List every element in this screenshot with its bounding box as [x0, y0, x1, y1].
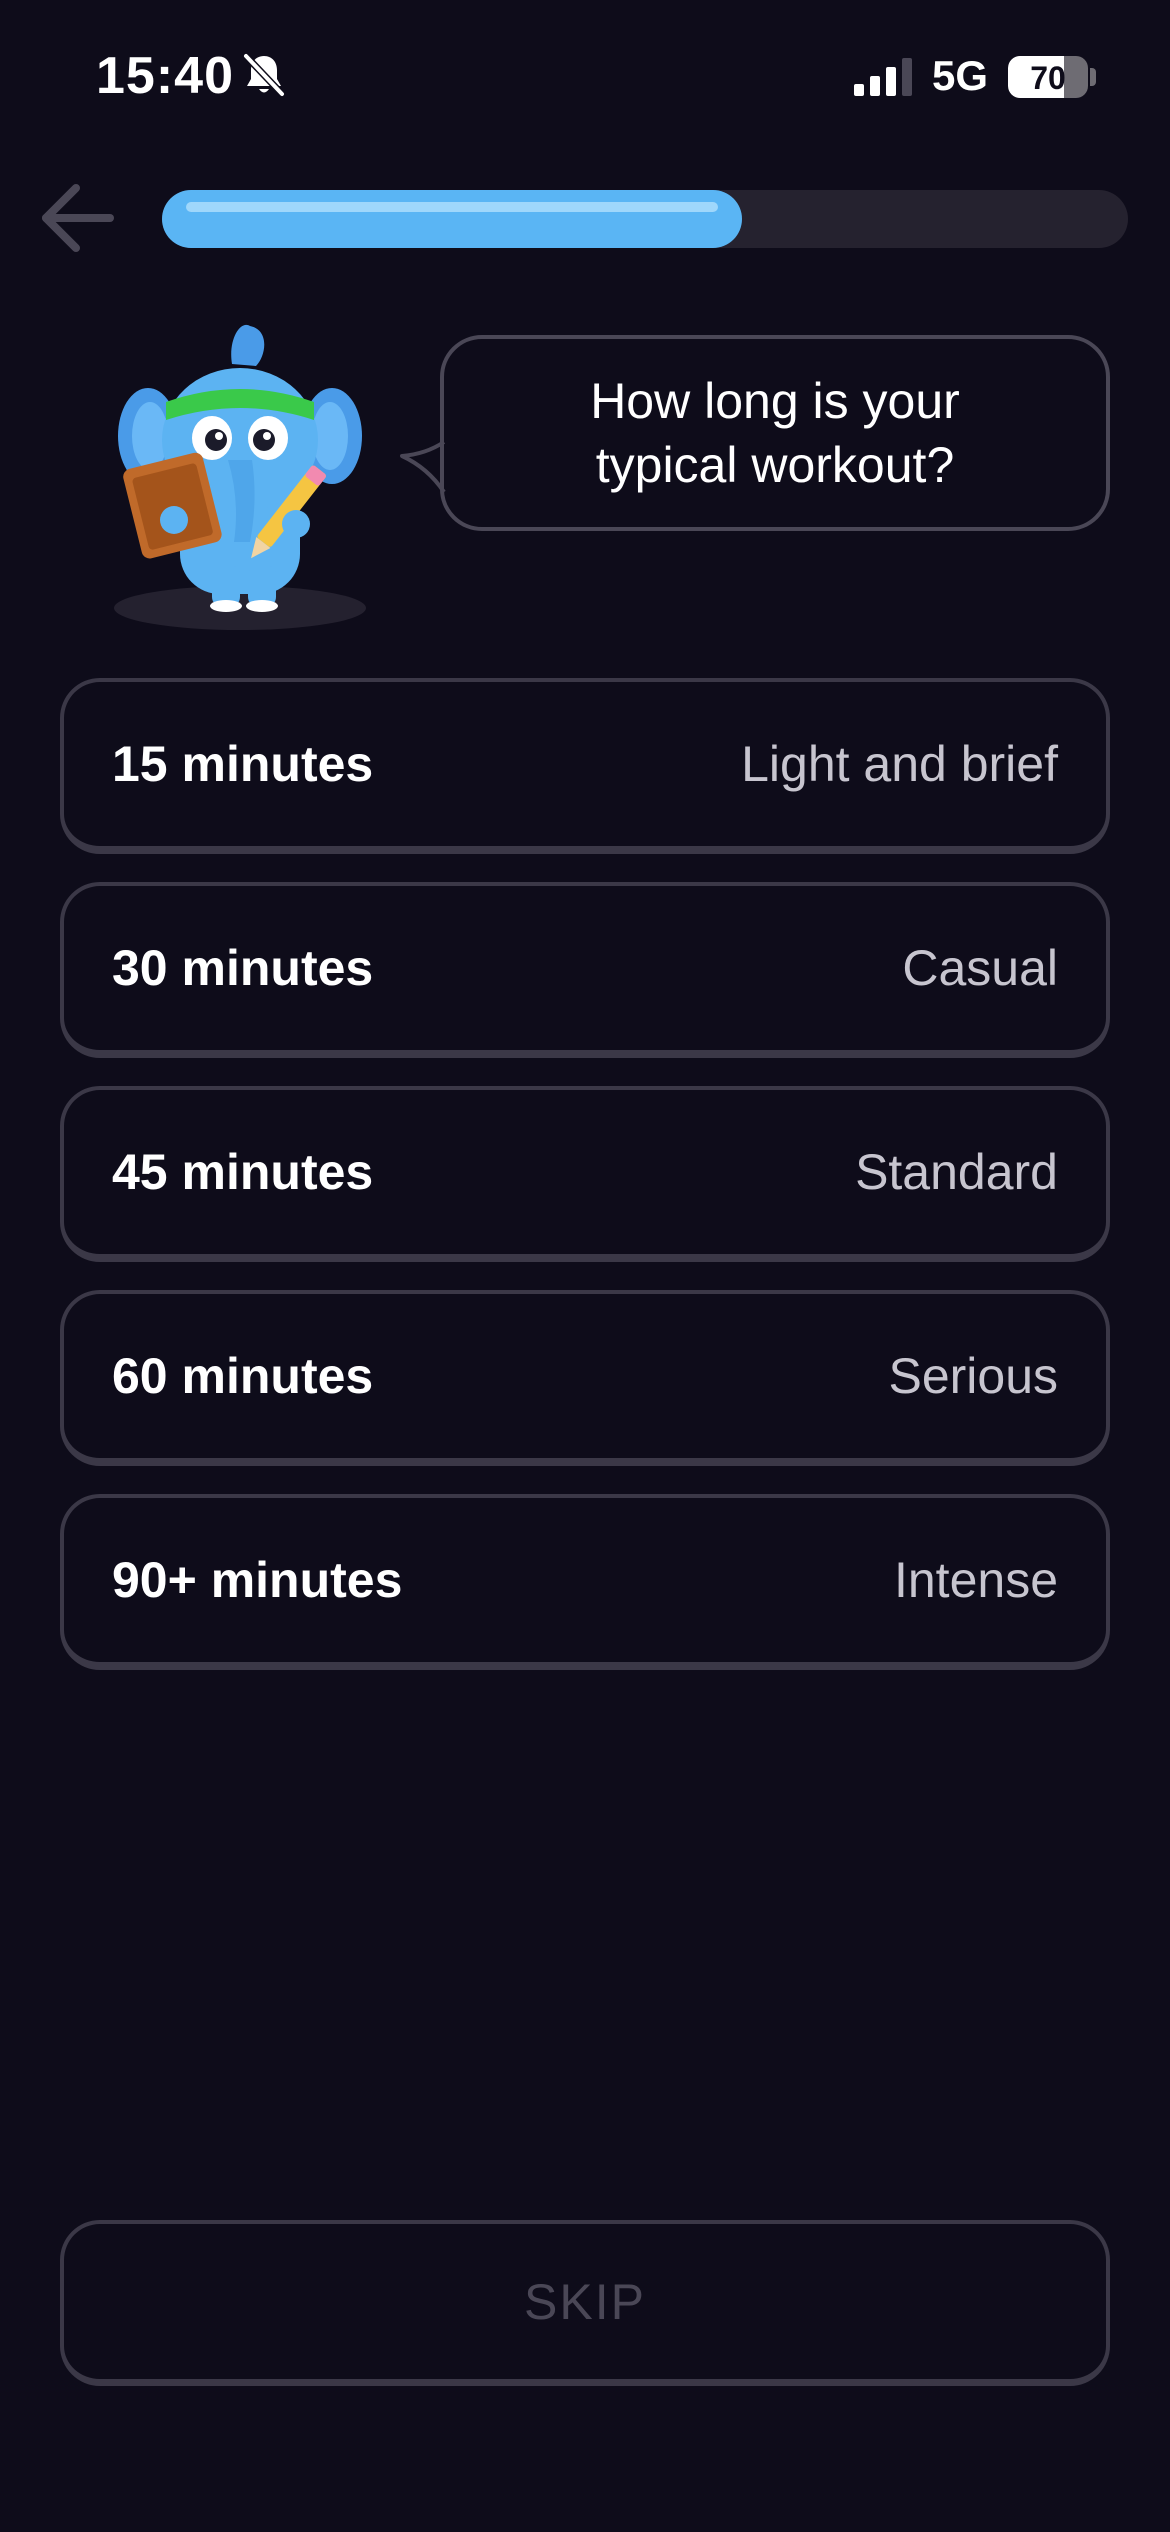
progress-highlight — [186, 202, 718, 212]
battery-cap — [1090, 68, 1096, 86]
option-title: 30 minutes — [112, 940, 374, 996]
option-90-plus-minutes[interactable]: 90+ minutes Intense — [60, 1494, 1110, 1670]
option-title: 45 minutes — [112, 1144, 374, 1200]
battery-level: 70 — [1030, 60, 1066, 96]
option-45-minutes[interactable]: 45 minutes Standard — [60, 1086, 1110, 1262]
option-title: 15 minutes — [112, 736, 374, 792]
question-text: How long is your typical workout? — [590, 373, 960, 493]
option-title: 90+ minutes — [112, 1552, 403, 1608]
battery-indicator: 70 — [1008, 56, 1088, 98]
option-description: Intense — [893, 1552, 1058, 1608]
signal-icon — [854, 58, 912, 96]
option-30-minutes[interactable]: 30 minutes Casual — [60, 882, 1110, 1058]
option-title: 60 minutes — [112, 1348, 374, 1404]
progress-bar — [162, 190, 1128, 248]
status-time: 15:40 — [96, 47, 234, 105]
skip-label: SKIP — [524, 2273, 646, 2330]
option-description: Serious — [888, 1348, 1058, 1404]
option-15-minutes[interactable]: 15 minutes Light and brief — [60, 678, 1110, 854]
speech-bubble: How long is your typical workout? — [440, 335, 1110, 531]
skip-button[interactable]: SKIP — [60, 2220, 1110, 2386]
network-label: 5G — [932, 52, 989, 99]
option-description: Casual — [902, 940, 1058, 996]
arrow-left-icon — [42, 184, 114, 252]
option-60-minutes[interactable]: 60 minutes Serious — [60, 1290, 1110, 1466]
option-description: Light and brief — [741, 736, 1058, 792]
progress-fill — [162, 190, 742, 248]
option-description: Standard — [855, 1144, 1058, 1200]
bell-slash-icon — [243, 53, 285, 97]
duration-options: 15 minutes Light and brief 30 minutes Ca… — [60, 678, 1110, 1698]
elephant-mascot — [114, 324, 366, 630]
back-button[interactable] — [36, 176, 120, 260]
